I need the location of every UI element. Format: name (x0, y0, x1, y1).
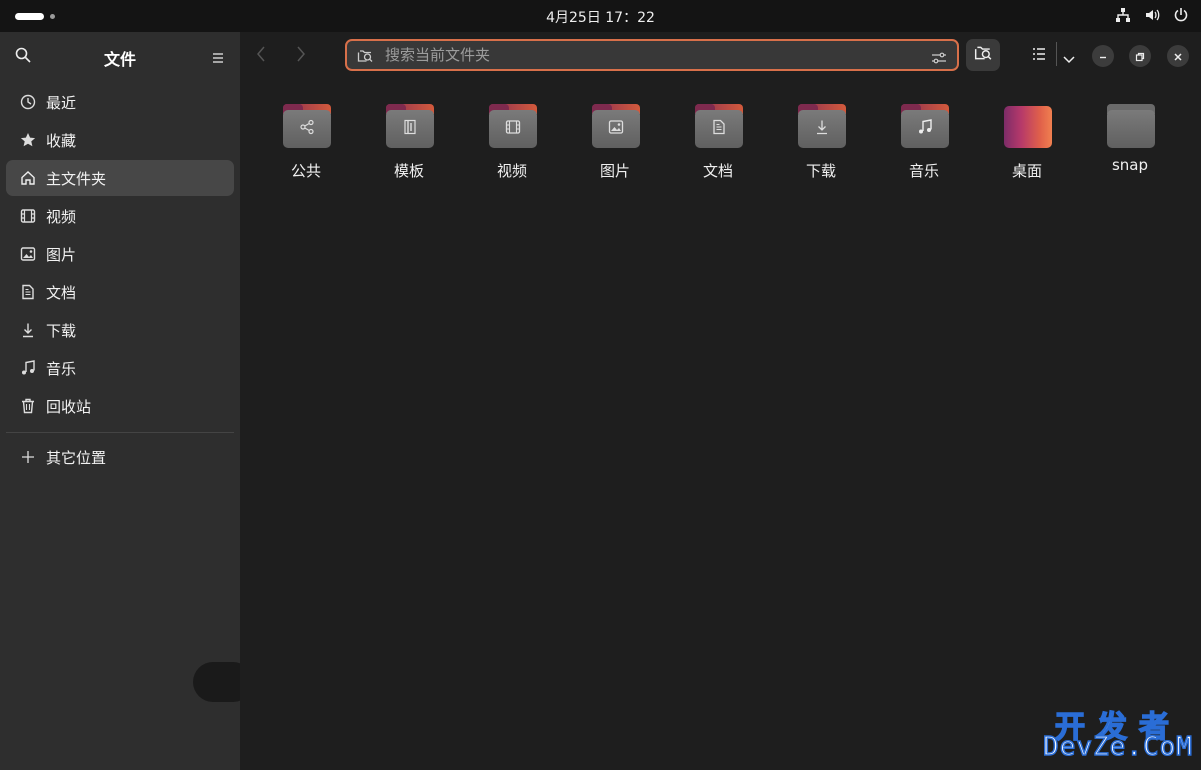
workspace-indicator-active[interactable] (15, 13, 44, 20)
volume-icon (1144, 7, 1160, 23)
folder-item-templates[interactable]: 模板 (364, 102, 454, 212)
file-grid: 公共 模板 视频 图片 文档 下载 音乐 桌面 snap (240, 102, 1201, 222)
minimize-button[interactable] (1092, 45, 1114, 67)
sidebar-item-label: 音乐 (46, 359, 77, 378)
sidebar-item-label: 下载 (46, 321, 77, 340)
chevron-down-icon[interactable] (1063, 49, 1075, 68)
sidebar-item-other-locations[interactable]: 其它位置 (6, 439, 234, 475)
sidebar-item-label: 文档 (46, 283, 77, 302)
workspace-indicator-dot[interactable] (50, 14, 55, 19)
back-button[interactable] (256, 45, 266, 67)
folder-item-documents[interactable]: 文档 (673, 102, 763, 212)
folder-icon (798, 104, 846, 148)
search-filter-icon[interactable] (931, 49, 947, 68)
sidebar-item-label: 图片 (46, 245, 77, 264)
document-icon (20, 284, 36, 300)
folder-icon (386, 104, 434, 148)
image-icon (20, 246, 36, 262)
sidebar-item-label: 收藏 (46, 131, 77, 150)
plus-icon (20, 449, 36, 465)
folder-item-public[interactable]: 公共 (261, 102, 351, 212)
folder-icon (283, 104, 331, 148)
restore-button[interactable] (1129, 45, 1151, 67)
music-icon (917, 119, 933, 139)
sidebar-item-label: 回收站 (46, 397, 92, 416)
folder-icon (592, 104, 640, 148)
main-content: 公共 模板 视频 图片 (240, 32, 1201, 770)
power-icon (1173, 7, 1189, 23)
folder-search-icon (357, 48, 373, 68)
download-icon (20, 322, 36, 338)
close-button[interactable] (1167, 45, 1189, 67)
share-icon (299, 119, 315, 139)
sidebar-item-pictures[interactable]: 图片 (6, 236, 234, 272)
sidebar-item-label: 主文件夹 (46, 169, 107, 188)
top-panel: 4月25日 17：22 (0, 0, 1201, 32)
folder-name: 图片 (599, 162, 630, 180)
folder-search-icon (974, 44, 992, 66)
sidebar-item-downloads[interactable]: 下载 (6, 312, 234, 348)
folder-item-desktop[interactable]: 桌面 (982, 102, 1072, 212)
folder-icon (901, 104, 949, 148)
watermark-line2: DevZe.CoM (1042, 731, 1193, 763)
sidebar-title: 文件 (103, 50, 136, 69)
search-icon[interactable] (15, 47, 31, 67)
sidebar-item-documents[interactable]: 文档 (6, 274, 234, 310)
folder-name: 音乐 (908, 162, 939, 180)
sidebar-item-label: 视频 (46, 207, 77, 226)
template-icon (402, 119, 418, 139)
star-icon (20, 132, 36, 148)
search-bar[interactable] (345, 39, 959, 71)
folder-name: 文档 (702, 162, 733, 180)
restore-icon (1135, 47, 1145, 66)
sidebar-item-home[interactable]: 主文件夹 (6, 160, 234, 196)
sidebar-item-label: 其它位置 (46, 448, 107, 467)
sidebar-item-music[interactable]: 音乐 (6, 350, 234, 386)
sidebar: 文件 最近 收藏 主文件夹 视频 图片 文档 下载 音乐 回收站 其它位置 (0, 32, 253, 770)
list-view-icon[interactable] (1032, 46, 1046, 65)
folder-item-videos[interactable]: 视频 (467, 102, 557, 212)
clock[interactable]: 4月25日 17：22 (546, 10, 655, 26)
sidebar-item-videos[interactable]: 视频 (6, 198, 234, 234)
document-icon (711, 119, 727, 139)
network-icon (1115, 7, 1131, 23)
sidebar-header: 文件 (0, 32, 240, 80)
folder-icon (695, 104, 743, 148)
film-icon (505, 119, 521, 139)
download-icon (814, 119, 830, 139)
home-icon (20, 170, 36, 186)
watermark-logo: 开发者 DevZe.CoM (1042, 702, 1193, 764)
folder-item-pictures[interactable]: 图片 (570, 102, 660, 212)
folder-name: 视频 (496, 162, 527, 180)
search-input[interactable] (383, 45, 903, 65)
music-icon (20, 360, 36, 376)
sidebar-item-starred[interactable]: 收藏 (6, 122, 234, 158)
folder-item-snap[interactable]: snap (1085, 102, 1175, 212)
trash-icon (20, 398, 36, 414)
folder-icon (1107, 104, 1155, 148)
folder-item-downloads[interactable]: 下载 (776, 102, 866, 212)
clock-icon (20, 94, 36, 110)
folder-name: 模板 (393, 162, 424, 180)
folder-name: 桌面 (1011, 162, 1042, 180)
close-icon (1173, 47, 1183, 66)
hamburger-menu-icon[interactable] (212, 49, 224, 68)
system-tray[interactable] (1115, 7, 1189, 23)
image-icon (608, 119, 624, 139)
sidebar-item-trash[interactable]: 回收站 (6, 388, 234, 424)
sidebar-item-recent[interactable]: 最近 (6, 84, 234, 120)
global-search-button[interactable] (966, 39, 1000, 71)
forward-button[interactable] (296, 45, 306, 67)
folder-item-music[interactable]: 音乐 (879, 102, 969, 212)
folder-name: snap (1111, 156, 1149, 174)
sidebar-divider (6, 432, 234, 433)
view-divider (1056, 42, 1057, 66)
film-icon (20, 208, 36, 224)
sidebar-item-label: 最近 (46, 93, 77, 112)
folder-icon (489, 104, 537, 148)
desktop-folder-icon (1004, 104, 1052, 148)
folder-name: 公共 (290, 162, 321, 180)
minimize-icon (1098, 47, 1108, 66)
folder-name: 下载 (805, 162, 836, 180)
